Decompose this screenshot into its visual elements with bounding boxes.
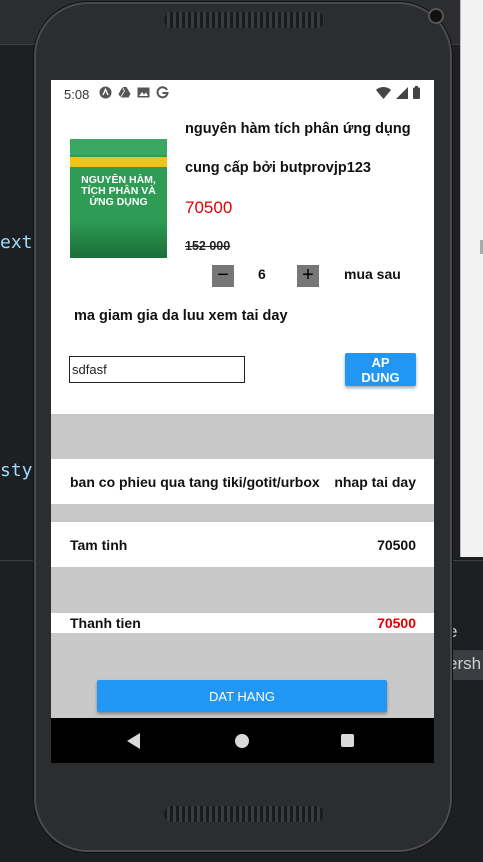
battery-icon bbox=[413, 86, 420, 99]
back-icon[interactable] bbox=[127, 733, 140, 749]
product-old-price: 152 000 bbox=[185, 239, 231, 253]
total-value: 70500 bbox=[377, 615, 416, 631]
product-image[interactable]: NGUYÊN HÀM, TÍCH PHÂN VÀ ỨNG DỤNG bbox=[70, 139, 167, 258]
cover-title: NGUYÊN HÀM, TÍCH PHÂN VÀ ỨNG DỤNG bbox=[81, 174, 156, 208]
subtotal-row: Tam tinh 70500 bbox=[51, 522, 434, 567]
place-order-button[interactable]: DAT HANG bbox=[97, 680, 387, 712]
section-divider bbox=[51, 504, 434, 522]
ide-panel-tag: ersh bbox=[448, 650, 483, 680]
saved-coupon-link[interactable]: ma giam gia da luu xem tai day bbox=[74, 308, 288, 324]
drive-icon bbox=[118, 86, 131, 98]
notification-icons bbox=[99, 86, 169, 99]
buy-later-link[interactable]: mua sau bbox=[344, 266, 401, 282]
gift-card-enter-link[interactable]: nhap tai day bbox=[334, 474, 416, 490]
phone-speaker bbox=[164, 806, 324, 822]
app-screen: 5:08 NGUYÊN HÀM, TÍCH PHÂN VÀ ỨNG DỤNG n… bbox=[51, 80, 434, 763]
status-time: 5:08 bbox=[64, 87, 90, 102]
total-label: Thanh tien bbox=[70, 615, 141, 631]
google-icon bbox=[156, 86, 169, 99]
coupon-input[interactable] bbox=[69, 356, 245, 383]
ide-preview-panel bbox=[460, 0, 483, 557]
home-icon[interactable] bbox=[235, 734, 249, 748]
system-icons bbox=[376, 86, 420, 99]
cover-band bbox=[70, 157, 167, 167]
subtotal-label: Tam tinh bbox=[70, 537, 128, 553]
signal-icon bbox=[396, 86, 408, 99]
section-divider bbox=[51, 414, 434, 459]
product-title[interactable]: nguyên hàm tích phân ứng dụng bbox=[185, 121, 411, 137]
decrease-quantity-button[interactable]: − bbox=[212, 265, 234, 287]
gift-card-label: ban co phieu qua tang tiki/gotit/urbox bbox=[70, 474, 320, 490]
product-seller: cung cấp bởi butprovjp123 bbox=[185, 160, 371, 176]
section-divider bbox=[51, 567, 434, 613]
wifi-icon bbox=[376, 86, 391, 99]
product-price: 70500 bbox=[185, 198, 233, 217]
recent-apps-icon[interactable] bbox=[341, 734, 354, 747]
status-bar: 5:08 bbox=[51, 80, 434, 106]
quantity-value: 6 bbox=[258, 266, 266, 282]
total-row: Thanh tien 70500 bbox=[51, 613, 434, 633]
subtotal-value: 70500 bbox=[377, 537, 416, 553]
gift-card-row: ban co phieu qua tang tiki/gotit/urbox n… bbox=[51, 459, 434, 504]
apply-coupon-button[interactable]: AP DUNG bbox=[345, 353, 416, 386]
phone-speaker bbox=[164, 12, 324, 28]
image-icon bbox=[137, 87, 150, 98]
increase-quantity-button[interactable]: + bbox=[297, 265, 319, 287]
a-icon bbox=[99, 86, 112, 99]
ide-side-panel: e ersh bbox=[448, 578, 483, 698]
navigation-bar bbox=[51, 718, 434, 763]
phone-camera bbox=[428, 8, 444, 24]
